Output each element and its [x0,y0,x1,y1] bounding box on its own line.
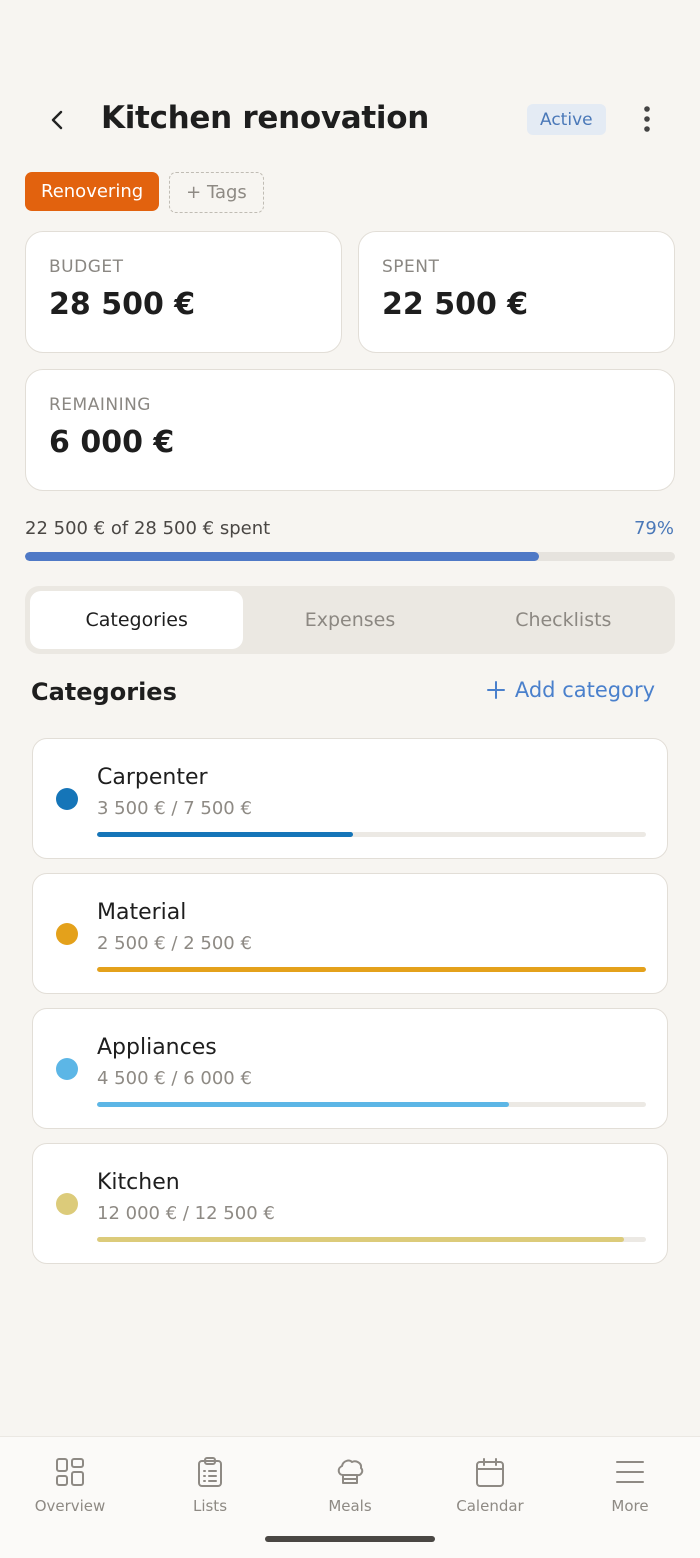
budget-progress-fill [25,552,539,561]
nav-label: Lists [192,1497,228,1515]
tag-row: Renovering + Tags [25,172,264,213]
categories-heading: Categories [31,678,177,706]
add-category-button[interactable]: Add category [486,678,655,702]
category-name: Appliances [97,1035,217,1060]
back-button[interactable] [36,98,80,142]
menu-lines-icon [613,1455,647,1489]
category-name: Kitchen [97,1170,180,1195]
category-item-carpenter[interactable]: Carpenter 3 500 € / 7 500 € [32,738,668,859]
nav-lists[interactable]: Lists [140,1437,280,1558]
nav-label: Calendar [456,1497,524,1515]
spent-percent: 79% [633,518,674,539]
category-progress-bar [97,832,646,837]
category-amount: 12 000 € / 12 500 € [97,1203,275,1224]
category-list: Carpenter 3 500 € / 7 500 € Material 2 5… [32,738,668,1278]
category-progress-fill [97,1237,625,1242]
add-category-label: Add category [514,678,655,702]
page-title: Kitchen renovation [101,100,430,136]
tab-categories[interactable]: Categories [30,591,244,649]
category-item-kitchen[interactable]: Kitchen 12 000 € / 12 500 € [32,1143,668,1264]
category-name: Carpenter [97,765,208,790]
category-amount: 4 500 € / 6 000 € [97,1068,252,1089]
category-item-appliances[interactable]: Appliances 4 500 € / 6 000 € [32,1008,668,1129]
budget-value: 28 500 € [49,287,196,322]
more-vertical-icon [644,106,650,132]
nav-label: More [611,1497,649,1515]
app-screen: Kitchen renovation Active Renovering + T… [0,0,700,1558]
chevron-left-icon [51,110,63,130]
remaining-label: REMAINING [49,395,151,415]
category-progress-fill [97,1102,509,1107]
tab-expenses[interactable]: Expenses [243,591,456,649]
spent-value: 22 500 € [382,287,529,322]
spent-summary-text: 22 500 € of 28 500 € spent [25,518,271,539]
category-color-dot [56,788,78,810]
segmented-tabs: Categories Expenses Checklists [25,586,675,654]
category-name: Material [97,900,187,925]
category-color-dot [56,1193,78,1215]
home-indicator [265,1536,435,1542]
category-color-dot [56,1058,78,1080]
more-options-button[interactable] [626,98,668,140]
overview-icon [53,1455,87,1489]
add-tag-button[interactable]: + Tags [169,172,264,213]
category-amount: 3 500 € / 7 500 € [97,798,252,819]
remaining-value: 6 000 € [49,425,175,460]
nav-calendar[interactable]: Calendar [420,1437,560,1558]
status-badge: Active [527,104,606,135]
category-progress-bar [97,1237,646,1242]
category-progress-fill [97,967,646,972]
top-app-bar: Kitchen renovation Active [0,88,700,152]
calendar-icon [473,1455,507,1489]
tab-checklists[interactable]: Checklists [457,591,670,649]
tag-renovering[interactable]: Renovering [25,172,160,211]
remaining-card: REMAINING 6 000 € [25,369,675,491]
budget-card: BUDGET 28 500 € [25,231,342,353]
budget-progress-bar [25,552,675,561]
category-progress-bar [97,1102,646,1107]
category-color-dot [56,923,78,945]
chef-hat-icon [333,1455,367,1489]
spent-card: SPENT 22 500 € [358,231,675,353]
category-amount: 2 500 € / 2 500 € [97,933,252,954]
clipboard-list-icon [193,1455,227,1489]
nav-overview[interactable]: Overview [0,1437,140,1558]
plus-icon [486,681,505,699]
spent-label: SPENT [382,257,440,277]
category-item-material[interactable]: Material 2 500 € / 2 500 € [32,873,668,994]
budget-label: BUDGET [49,257,124,277]
nav-label: Overview [34,1497,106,1515]
category-progress-fill [97,832,354,837]
category-progress-bar [97,967,646,972]
nav-label: Meals [328,1497,372,1515]
nav-more[interactable]: More [560,1437,700,1558]
